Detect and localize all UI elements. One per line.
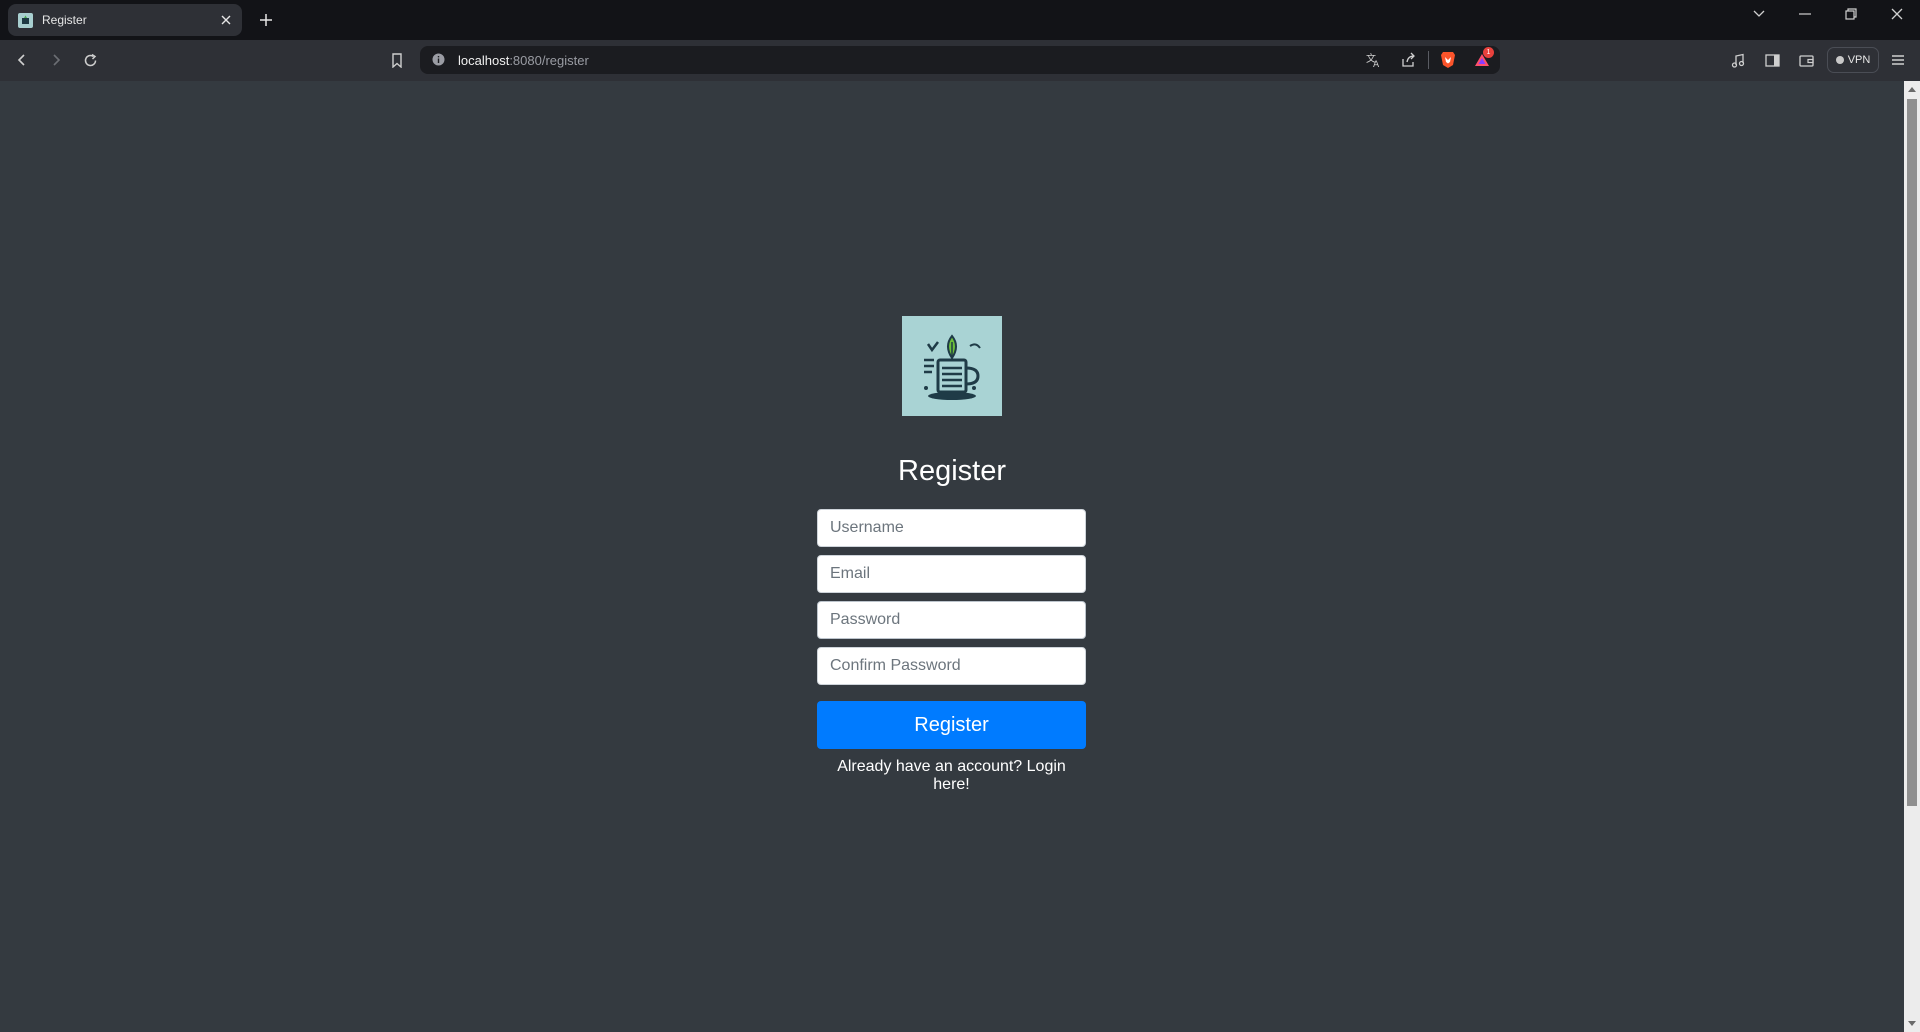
login-prompt-text: Already have an account? [837, 758, 1023, 775]
tab-strip: Register [0, 0, 1920, 40]
media-music-icon[interactable] [1728, 50, 1748, 70]
scroll-down-icon[interactable] [1908, 1021, 1916, 1026]
address-bar[interactable]: localhost:8080/register [420, 46, 1500, 74]
back-icon[interactable] [10, 48, 34, 72]
share-icon[interactable] [1398, 50, 1418, 70]
url-path: :8080/register [509, 52, 589, 68]
menu-icon[interactable] [1888, 50, 1908, 70]
new-tab-icon[interactable] [256, 10, 276, 30]
vpn-button[interactable]: VPN [1827, 47, 1879, 73]
brave-shields-icon[interactable] [1438, 50, 1458, 70]
brave-rewards-icon[interactable]: 1 [1472, 47, 1494, 70]
url-divider [1428, 51, 1429, 69]
svg-text:A: A [1373, 60, 1380, 68]
rewards-badge: 1 [1483, 47, 1494, 58]
register-button[interactable]: Register [817, 701, 1086, 749]
scrollbar-thumb[interactable] [1907, 99, 1917, 806]
tab-favicon-icon [18, 12, 33, 28]
login-prompt-line: Already have an account? Login here! [817, 758, 1086, 794]
email-field[interactable] [817, 555, 1086, 593]
page-scrollbar[interactable] [1904, 81, 1920, 1032]
minimize-icon[interactable] [1782, 0, 1828, 28]
close-window-icon[interactable] [1874, 0, 1920, 28]
wallet-icon[interactable] [1796, 50, 1816, 70]
vpn-label: VPN [1847, 54, 1871, 66]
reload-icon[interactable] [78, 48, 102, 72]
tab-search-chevron-icon[interactable] [1736, 0, 1782, 28]
confirm-password-field[interactable] [817, 647, 1086, 685]
sidebar-toggle-icon[interactable] [1762, 50, 1782, 70]
page-viewport: Register Register Already have an accoun… [0, 81, 1904, 1032]
tab-close-icon[interactable] [218, 12, 234, 28]
browser-tab[interactable]: Register [8, 4, 242, 36]
url-host: localhost [458, 52, 510, 68]
scroll-up-icon[interactable] [1908, 87, 1916, 92]
restore-icon[interactable] [1828, 0, 1874, 28]
site-info-icon[interactable] [432, 53, 446, 67]
vpn-status-icon [1835, 56, 1844, 64]
bookmark-icon[interactable] [385, 48, 409, 72]
app-logo [902, 316, 1002, 416]
password-field[interactable] [817, 601, 1086, 639]
page-title: Register [898, 455, 1006, 487]
username-field[interactable] [817, 509, 1086, 547]
translate-icon[interactable]: 文A [1364, 50, 1384, 70]
forward-icon[interactable] [44, 48, 68, 72]
tab-title: Register [42, 13, 87, 27]
